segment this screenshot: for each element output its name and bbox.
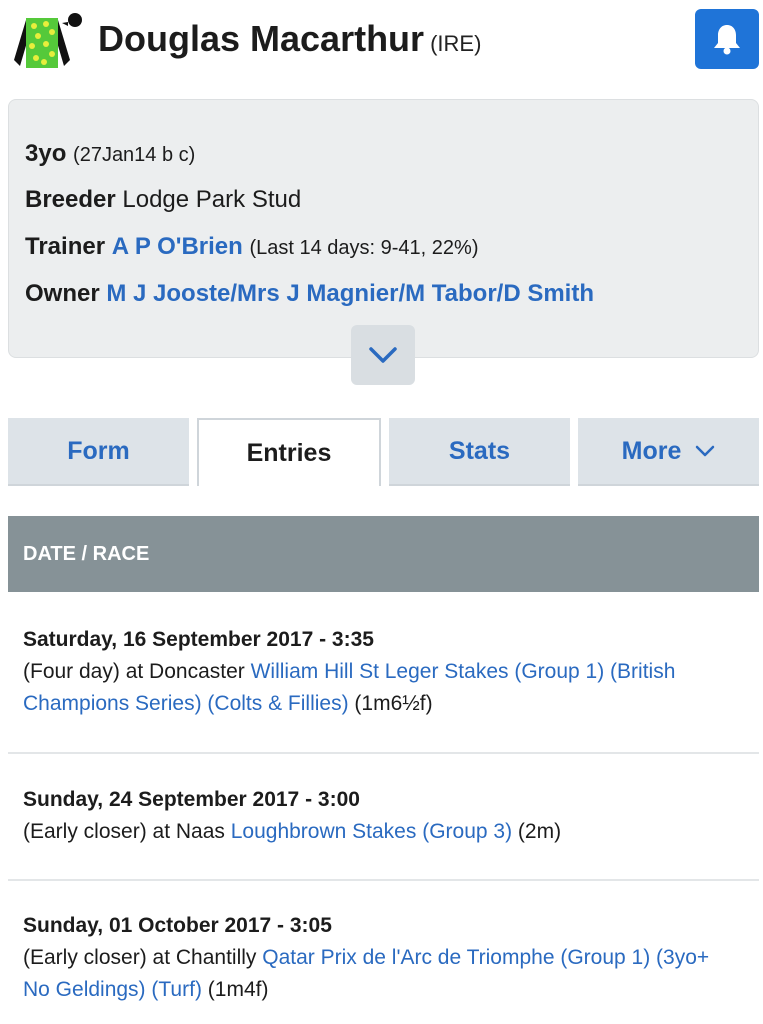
owner-link[interactable]: M J Jooste/Mrs J Magnier/M Tabor/D Smith [106,280,594,307]
date-race-header: DATE / RACE [23,542,150,565]
entry-date: Sunday, 01 October 2017 - 3:05 [23,914,332,937]
table-row: Sunday, 01 October 2017 - 3:05 (Early cl… [8,910,759,1020]
breeder-line: Breeder Lodge Park Stud [25,186,301,214]
horse-country: (IRE) [430,31,482,56]
entry-date: Saturday, 16 September 2017 - 3:35 [23,628,374,651]
tab-entries[interactable]: Entries [197,418,381,486]
entry-prefix: (Early closer) at Chantilly [23,946,263,969]
tab-more[interactable]: More [578,418,759,486]
entry-date: Sunday, 24 September 2017 - 3:00 [23,788,360,811]
entry-description: (Early closer) at Chantilly Qatar Prix d… [23,942,739,1006]
trainer-link[interactable]: A P O'Brien [112,233,243,260]
horse-header: Douglas Macarthur (IRE) [0,0,763,84]
tab-entries-label: Entries [246,438,332,467]
entry-description: (Four day) at Doncaster William Hill St … [23,656,739,720]
horse-name: Douglas Macarthur (IRE) [98,18,481,60]
entry-distance: (2m) [512,820,562,843]
owner-label: Owner [25,280,100,307]
owner-line: Owner M J Jooste/Mrs J Magnier/M Tabor/D… [25,280,594,308]
age-line: 3yo (27Jan14 b c) [25,140,195,168]
table-row: Saturday, 16 September 2017 - 3:35 (Four… [8,624,759,754]
tab-form-label: Form [67,436,130,465]
chevron-down-icon [369,347,397,363]
bell-icon [714,25,740,55]
jockey-silks-icon [14,13,82,68]
tab-stats[interactable]: Stats [389,418,570,486]
breeder-value: Lodge Park Stud [122,186,302,213]
chevron-down-icon [695,445,715,457]
tab-stats-label: Stats [448,436,511,465]
horse-name-text: Douglas Macarthur [98,18,425,59]
entry-distance: (1m6½f) [348,692,433,715]
entry-prefix: (Early closer) at Naas [23,820,231,843]
trainer-stats: (Last 14 days: 9-41, 22%) [249,237,479,259]
table-header: DATE / RACE [8,516,759,592]
trainer-line: Trainer A P O'Brien (Last 14 days: 9-41,… [25,233,478,261]
entry-description: (Early closer) at Naas Loughbrown Stakes… [23,816,739,848]
trainer-label: Trainer [25,233,106,260]
table-row: Sunday, 24 September 2017 - 3:00 (Early … [8,784,759,881]
race-link[interactable]: Loughbrown Stakes (Group 3) [231,820,512,843]
notify-button[interactable] [695,9,759,69]
entry-prefix: (Four day) at Doncaster [23,660,251,683]
entry-distance: (1m4f) [201,978,269,1001]
breeder-label: Breeder [25,186,116,213]
tab-form[interactable]: Form [8,418,189,486]
horse-details-panel: 3yo (27Jan14 b c) Breeder Lodge Park Stu… [8,99,759,358]
age-label: 3yo [25,140,67,167]
tab-more-label: More [621,436,682,465]
expand-details-button[interactable] [351,325,415,385]
age-detail: (27Jan14 b c) [73,144,196,166]
